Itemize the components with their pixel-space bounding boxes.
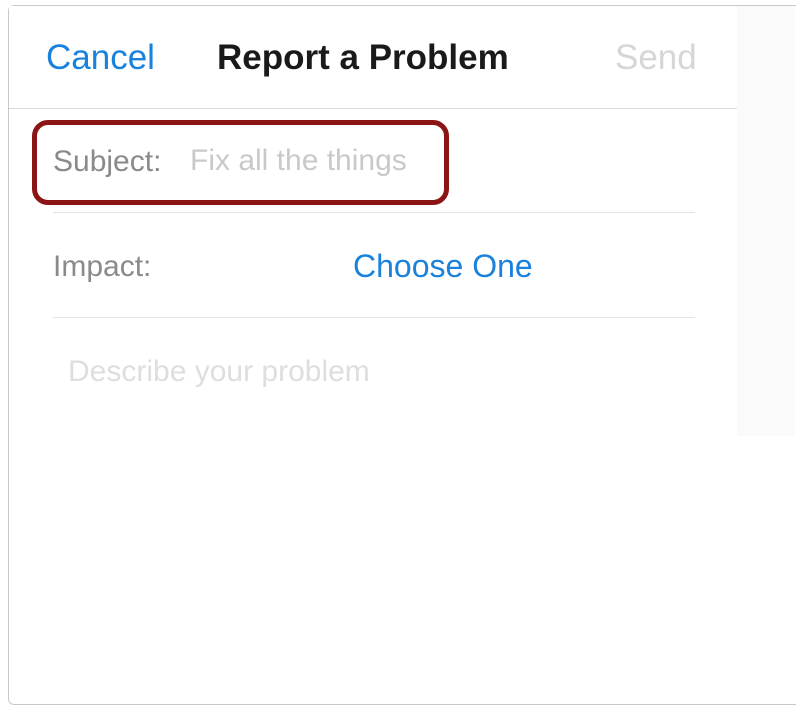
sheet-edge [737,6,795,436]
divider [53,317,695,318]
impact-label: Impact: [53,250,152,283]
subject-label: Subject: [53,145,162,178]
cancel-button[interactable]: Cancel [46,38,155,78]
divider [53,212,695,213]
navigation-bar: Cancel Report a Problem Send [9,6,737,109]
page-title: Report a Problem [217,38,509,77]
impact-select[interactable]: Choose One [353,248,533,285]
send-button[interactable]: Send [615,38,697,78]
subject-input[interactable] [190,140,440,182]
description-textarea[interactable] [68,355,688,615]
